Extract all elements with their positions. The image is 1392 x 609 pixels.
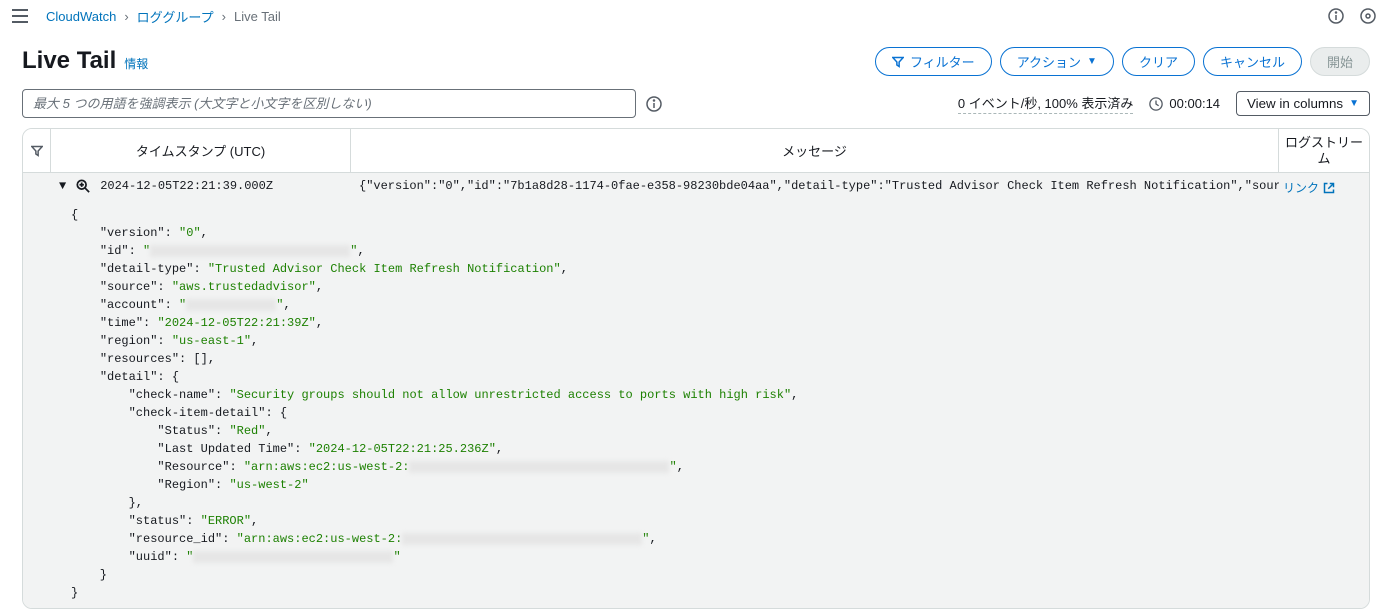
- start-button: 開始: [1310, 47, 1370, 76]
- filter-icon[interactable]: [23, 129, 51, 172]
- hamburger-menu-icon[interactable]: [8, 4, 32, 28]
- external-link-icon: [1323, 182, 1335, 194]
- actions-button[interactable]: アクション ▼: [1000, 47, 1114, 76]
- log-expanded-json: { "version": "0", "id": "", "detail-type…: [23, 202, 1369, 608]
- chevron-right-icon: ›: [222, 9, 226, 24]
- table-header: タイムスタンプ (UTC) メッセージ ログストリーム: [23, 129, 1369, 173]
- action-buttons: フィルター アクション ▼ クリア キャンセル 開始: [875, 47, 1370, 76]
- chevron-down-icon: ▼: [1087, 56, 1097, 67]
- log-panel: タイムスタンプ (UTC) メッセージ ログストリーム ▼ 2024-12-05…: [22, 128, 1370, 609]
- clear-button[interactable]: クリア: [1122, 47, 1195, 76]
- info-icon[interactable]: [1326, 6, 1346, 26]
- logstream-link[interactable]: リンク: [1283, 179, 1335, 196]
- cancel-button[interactable]: キャンセル: [1203, 47, 1302, 76]
- info-icon[interactable]: [646, 96, 662, 112]
- view-in-columns-button[interactable]: View in columns ▼: [1236, 91, 1370, 116]
- highlight-terms-input[interactable]: [22, 89, 636, 118]
- settings-icon[interactable]: [1358, 6, 1378, 26]
- log-timestamp: 2024-12-05T22:21:39.000Z: [100, 179, 273, 193]
- log-summary: {"version":"0","id":"7b1a8d28-1174-0fae-…: [351, 173, 1279, 202]
- col-logstream: ログストリーム: [1279, 129, 1369, 172]
- breadcrumb-current: Live Tail: [234, 9, 281, 24]
- breadcrumb: CloudWatch › ロググループ › Live Tail: [8, 4, 281, 28]
- collapse-icon[interactable]: ▼: [59, 179, 66, 193]
- col-message: メッセージ: [351, 129, 1279, 172]
- clock-icon: [1149, 97, 1163, 111]
- info-link[interactable]: 情報: [124, 55, 148, 72]
- log-row: ▼ 2024-12-05T22:21:39.000Z {"version":"0…: [23, 173, 1369, 202]
- breadcrumb-loggroup[interactable]: ロググループ: [137, 7, 214, 26]
- elapsed-time: 00:00:14: [1149, 96, 1220, 111]
- topbar-tools: [1326, 6, 1378, 26]
- zoom-icon[interactable]: [76, 179, 90, 193]
- filter-button[interactable]: フィルター: [875, 47, 992, 76]
- top-bar: CloudWatch › ロググループ › Live Tail: [0, 0, 1392, 37]
- col-timestamp: タイムスタンプ (UTC): [51, 129, 351, 172]
- breadcrumb-root[interactable]: CloudWatch: [46, 9, 116, 24]
- event-rate-status: 0 イベント/秒, 100% 表示済み: [958, 93, 1134, 114]
- chevron-right-icon: ›: [124, 9, 128, 24]
- status-row: 0 イベント/秒, 100% 表示済み 00:00:14 View in col…: [958, 91, 1370, 116]
- page-title: Live Tail 情報: [22, 47, 148, 75]
- chevron-down-icon: ▼: [1349, 98, 1359, 109]
